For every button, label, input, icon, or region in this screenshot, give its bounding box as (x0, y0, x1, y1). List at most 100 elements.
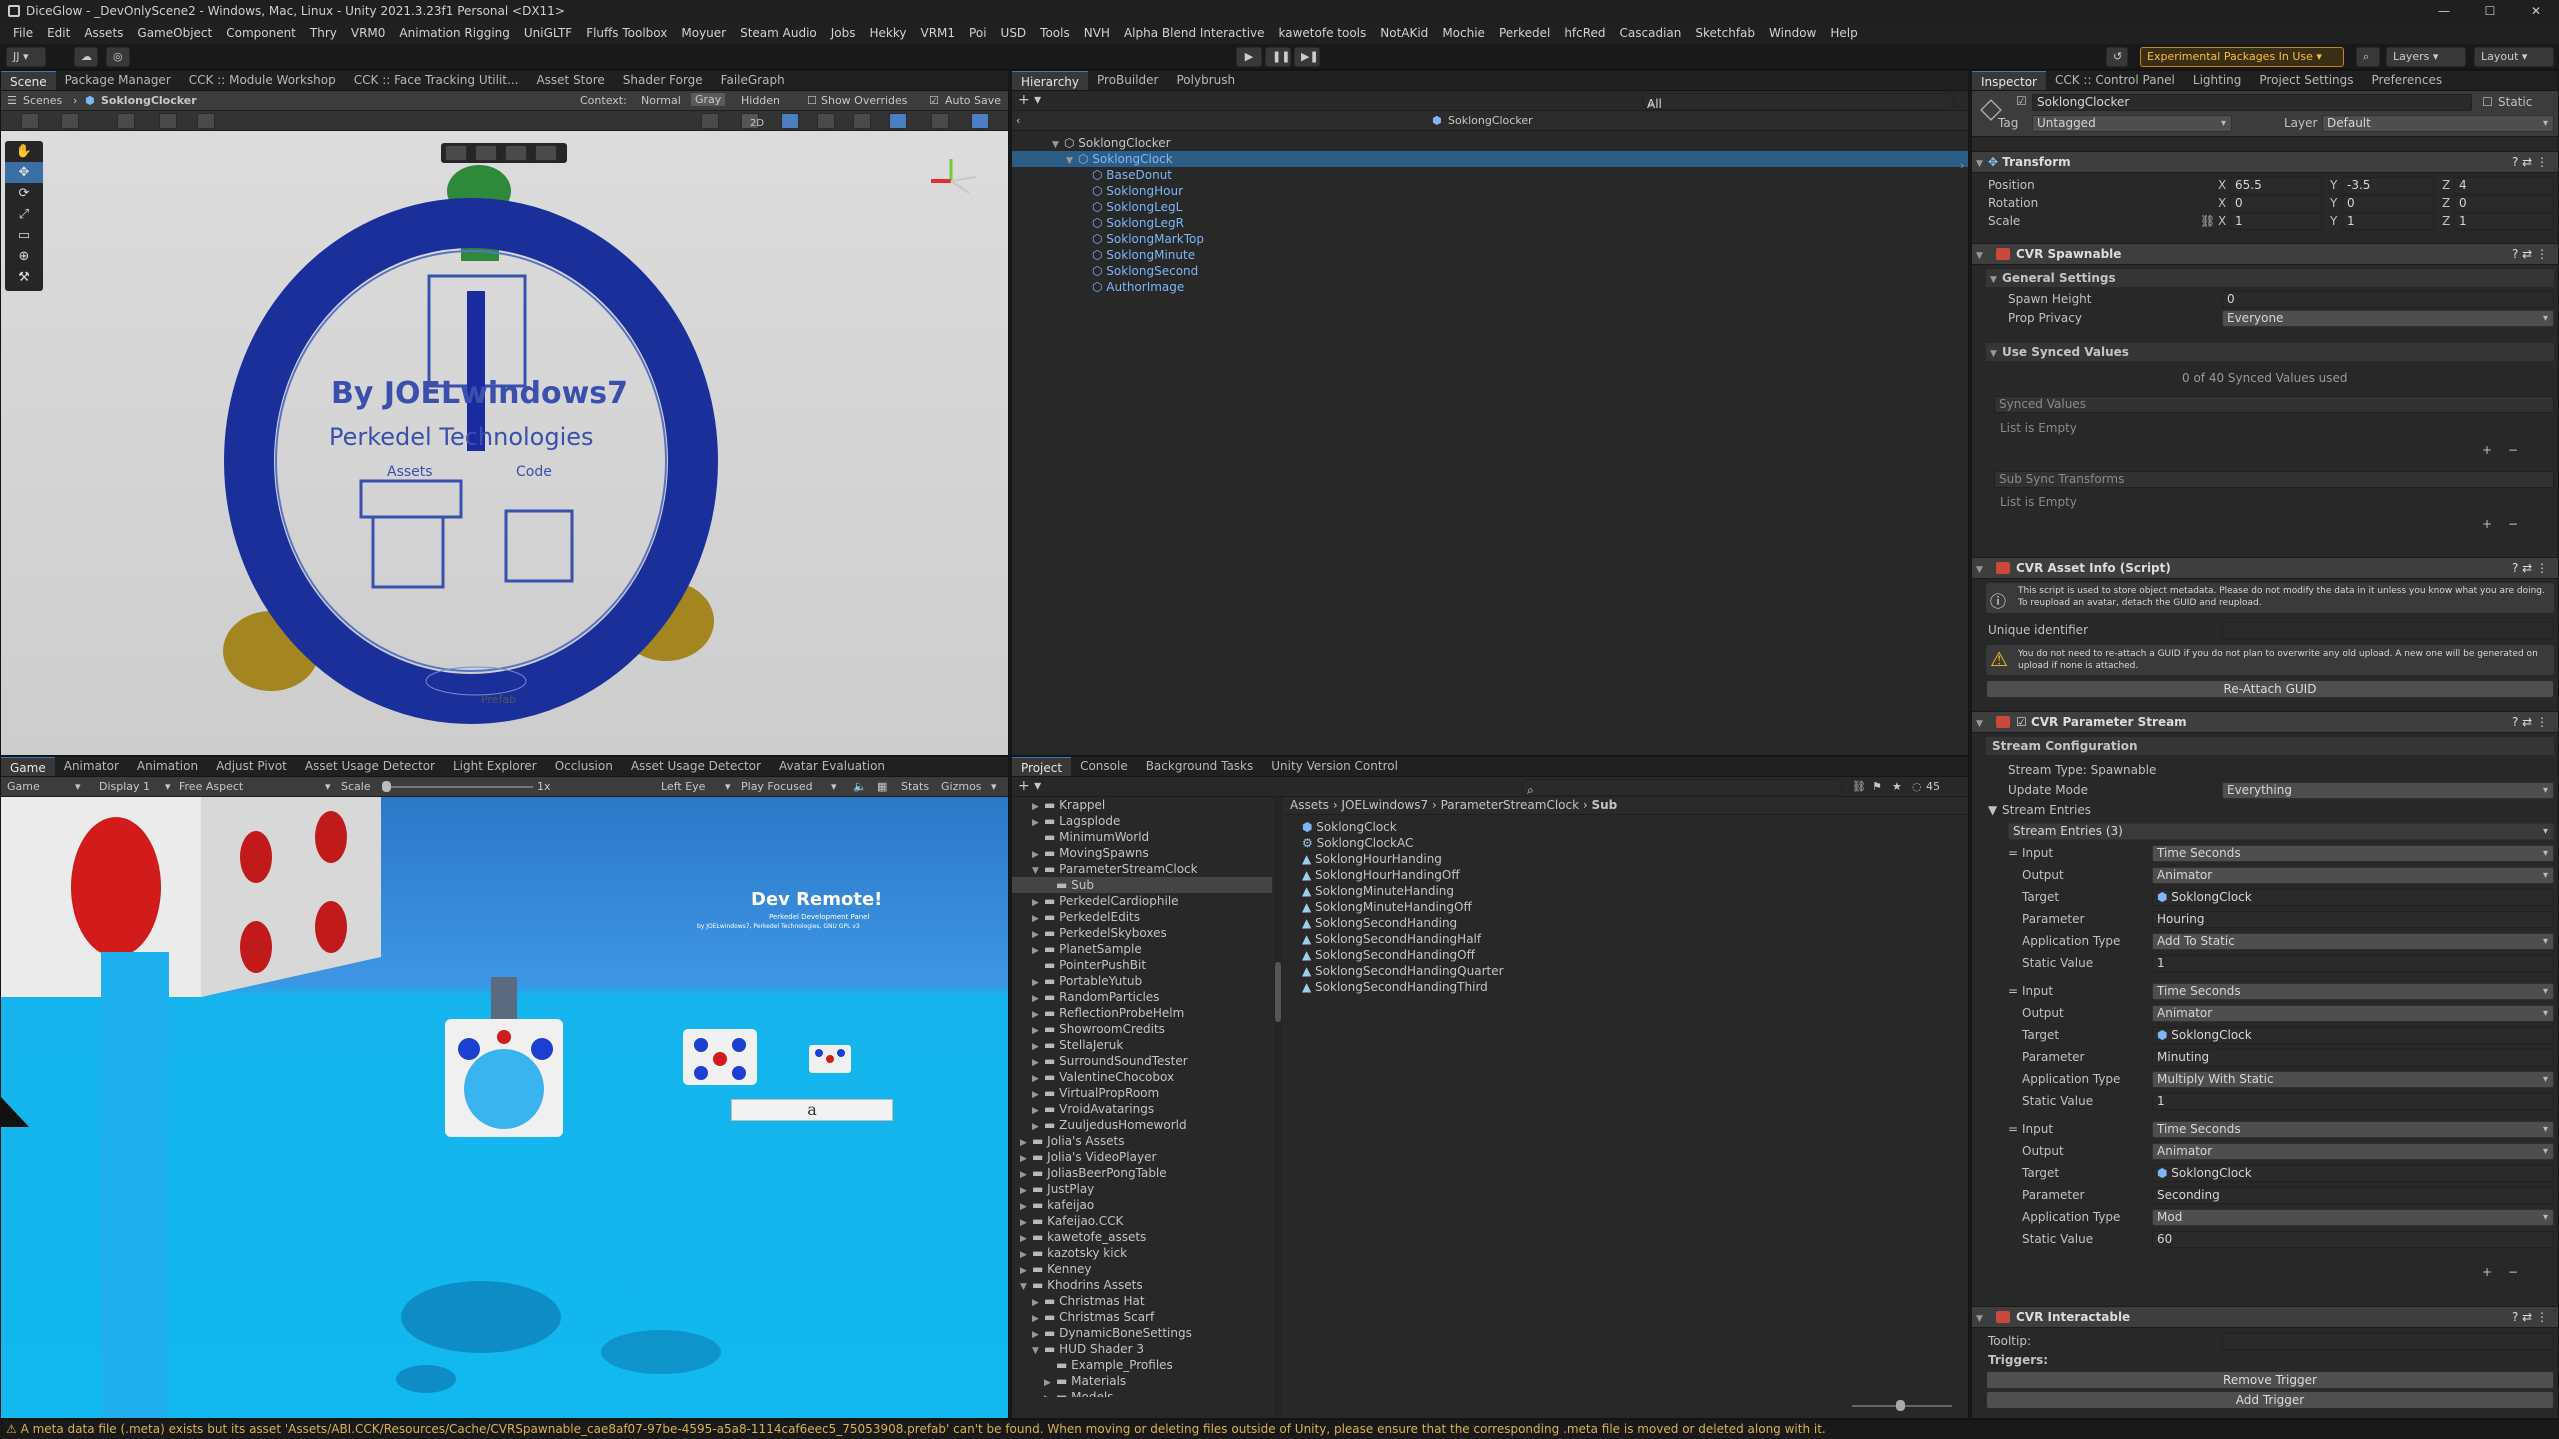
fold-arrow-icon[interactable]: ▶ (1044, 1391, 1056, 1397)
account-dropdown[interactable]: JJ ▾ (6, 47, 46, 67)
entry-drag-handle-icon[interactable]: = (2008, 984, 2018, 998)
menu-item-file[interactable]: File (6, 26, 40, 40)
static-checkbox[interactable]: ☐ (2482, 95, 2493, 109)
tab-preferences[interactable]: Preferences (2363, 71, 2452, 90)
scale-link-icon[interactable]: ⛓ (2200, 214, 2215, 228)
folder-item[interactable]: ▶▬ Models (1012, 1389, 1272, 1397)
folder-item[interactable]: ▬ Sub (1012, 877, 1272, 893)
step-button[interactable]: ▶❚ (1294, 47, 1320, 67)
param-stream-menu-icon[interactable]: ? ⇄ ⋮ (2512, 712, 2548, 732)
hierarchy-item[interactable]: ▼ ⬡ SoklongClocker (1012, 135, 1968, 153)
stats-toggle[interactable]: Stats (901, 780, 929, 793)
folder-scrollbar[interactable] (1274, 797, 1282, 1417)
entry-static-field[interactable]: 1 (2152, 955, 2554, 972)
fold-arrow-icon[interactable]: ▼ (1066, 153, 1078, 169)
menu-item-poi[interactable]: Poi (962, 26, 993, 40)
entry-output-field[interactable]: Animator (2152, 1143, 2554, 1160)
breadcrumb-sub[interactable]: Sub (1592, 798, 1618, 812)
entry-static-field[interactable]: 1 (2152, 1093, 2554, 1110)
add-trigger-button[interactable]: Add Trigger (1986, 1391, 2554, 1409)
fold-arrow-icon[interactable]: ▼ (1052, 137, 1064, 153)
layers-dropdown[interactable]: Layers ▾ (2386, 47, 2466, 67)
reattach-guid-button[interactable]: Re-Attach GUID (1986, 680, 2554, 698)
tab-polybrush[interactable]: Polybrush (1168, 71, 1245, 90)
object-name-field[interactable]: SoklongClocker (2032, 94, 2472, 111)
tab-shader-forge[interactable]: Shader Forge (614, 71, 712, 90)
grid-icon[interactable] (117, 113, 135, 129)
position-z[interactable]: 4 (2454, 177, 2554, 194)
asset-info-menu-icon[interactable]: ? ⇄ ⋮ (2512, 558, 2548, 578)
folder-item[interactable]: ▼ ▬ HUD Shader 3 (1012, 1341, 1272, 1357)
tab-probuilder[interactable]: ProBuilder (1088, 71, 1167, 90)
icon-size-slider-handle[interactable] (1896, 1400, 1905, 1411)
tab-project[interactable]: Project (1012, 757, 1072, 776)
param-stream-enabled-checkbox[interactable]: ☑ (2016, 715, 2031, 729)
menu-item-usd[interactable]: USD (994, 26, 1034, 40)
menu-item-tools[interactable]: Tools (1033, 26, 1077, 40)
entry-input-field[interactable]: Time Seconds (2152, 1121, 2554, 1138)
breadcrumb-scenes[interactable]: Scenes (23, 94, 62, 107)
folder-item[interactable]: ▶ ▬ DynamicBoneSettings (1012, 1325, 1272, 1341)
file-item[interactable]: ⚙ SoklongClockAC (1302, 835, 1962, 851)
aspect-dropdown[interactable]: Free Aspect (179, 780, 243, 793)
play-focused-chevron-icon[interactable]: ▾ (831, 780, 837, 793)
status-bar[interactable]: ⚠ A meta data file (.meta) exists but it… (0, 1419, 2559, 1439)
entry-drag-handle-icon[interactable]: = (2008, 846, 2018, 860)
fold-arrow-icon[interactable]: ▼ (1020, 1279, 1032, 1295)
folder-item[interactable]: ▶ ▬ Jolia's VideoPlayer (1012, 1149, 1272, 1165)
asset-info-header[interactable]: ▼ CVR Asset Info (Script)? ⇄ ⋮ (1972, 557, 2558, 579)
folder-item[interactable]: ▶ ▬ JoliasBeerPongTable (1012, 1165, 1272, 1181)
folder-item[interactable]: ▶ ▬ Materials (1012, 1373, 1272, 1389)
eye-dropdown[interactable]: Left Eye (661, 780, 705, 793)
gizmos-dropdown[interactable]: Gizmos (941, 780, 982, 793)
unique-identifier-field[interactable] (2222, 622, 2554, 639)
context-hidden[interactable]: Hidden (741, 94, 780, 107)
menu-item-gameobject[interactable]: GameObject (130, 26, 219, 40)
file-item[interactable]: ▲ SoklongSecondHanding (1302, 915, 1962, 931)
hidden-objects-icon[interactable] (889, 113, 907, 129)
folder-item[interactable]: ▶ ▬ ShowroomCredits (1012, 1021, 1272, 1037)
folder-item[interactable]: ▶ ▬ MovingSpawns (1012, 845, 1272, 861)
hierarchy-item[interactable]: ⬡ AuthorImage (1012, 279, 1968, 295)
shading-icon[interactable] (61, 113, 79, 129)
entry-input-field[interactable]: Time Seconds (2152, 983, 2554, 1000)
use-synced-foldout[interactable]: ▼ Use Synced Values (1986, 343, 2554, 361)
scene-viewport[interactable]: ✋ ✥ ⟳ ⤢ ▭ ⊕ ⚒ By JOELwindows7 Perkedel T… (1, 131, 1008, 755)
folder-item[interactable]: ▶ ▬ RandomParticles (1012, 989, 1272, 1005)
filter-type-icon[interactable]: ⛓ (1852, 780, 1866, 793)
snap-icon[interactable] (159, 113, 177, 129)
hierarchy-item[interactable]: ⬡ SoklongMarkTop (1012, 231, 1968, 247)
experimental-packages-dropdown[interactable]: Experimental Packages In Use ▾ (2140, 47, 2344, 67)
file-item[interactable]: ⬢ SoklongClock (1302, 819, 1962, 835)
tab-asset-usage-detector[interactable]: Asset Usage Detector (296, 757, 444, 776)
spawnable-header[interactable]: ▼ CVR Spawnable? ⇄ ⋮ (1972, 243, 2558, 265)
tab-light-explorer[interactable]: Light Explorer (444, 757, 546, 776)
tab-cck-face-tracking-utilit[interactable]: CCK :: Face Tracking Utilit... (345, 71, 528, 90)
folder-item[interactable]: ▬ Example_Profiles (1012, 1357, 1272, 1373)
camera-settings-icon[interactable] (931, 113, 949, 129)
favorite-icon[interactable]: ★ (1892, 780, 1902, 793)
active-checkbox[interactable]: ☑ (2016, 94, 2027, 108)
menu-item-mochie[interactable]: Mochie (1435, 26, 1492, 40)
hierarchy-item[interactable]: ⬡ SoklongHour (1012, 183, 1968, 199)
folder-item[interactable]: ▶ ▬ kazotsky kick (1012, 1245, 1272, 1261)
increment-snap-icon[interactable] (197, 113, 215, 129)
menu-item-notakid[interactable]: NotAKid (1373, 26, 1435, 40)
tab-background-tasks[interactable]: Background Tasks (1137, 757, 1263, 776)
hierarchy-item[interactable]: ⬡ SoklongSecond (1012, 263, 1968, 279)
maximize-button[interactable]: ☐ (2467, 0, 2513, 22)
breadcrumb-joel[interactable]: JOELwindows7 (1342, 798, 1429, 812)
tab-cck-module-workshop[interactable]: CCK :: Module Workshop (180, 71, 345, 90)
folder-item[interactable]: ▶ ▬ Lagsplode (1012, 813, 1272, 829)
param-stream-header[interactable]: ▼ ☑ CVR Parameter Stream? ⇄ ⋮ (1972, 711, 2558, 733)
gizmos-chevron-icon[interactable]: ▾ (991, 780, 997, 793)
display-dropdown[interactable]: Display 1 (99, 780, 150, 793)
folder-item[interactable]: ▶ ▬ Jolia's Assets (1012, 1133, 1272, 1149)
entry-target-field[interactable]: ⬢ SoklongClock (2152, 1165, 2554, 1182)
tab-occlusion[interactable]: Occlusion (546, 757, 622, 776)
folder-item[interactable]: ▬ MinimumWorld (1012, 829, 1272, 845)
entry-application-field[interactable]: Multiply With Static (2152, 1071, 2554, 1088)
rotation-y[interactable]: 0 (2342, 195, 2434, 212)
rotation-x[interactable]: 0 (2230, 195, 2322, 212)
menu-item-vrm1[interactable]: VRM1 (914, 26, 963, 40)
